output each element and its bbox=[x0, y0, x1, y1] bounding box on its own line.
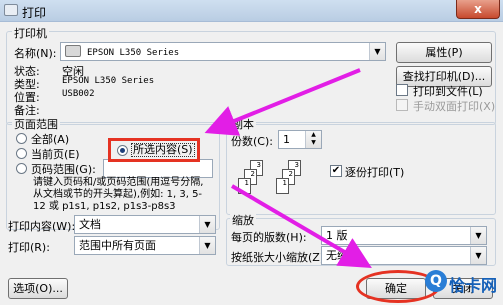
annotation-arrows bbox=[204, 68, 372, 269]
annotation-arrow bbox=[230, 184, 372, 269]
annotation-arrow bbox=[204, 68, 361, 136]
